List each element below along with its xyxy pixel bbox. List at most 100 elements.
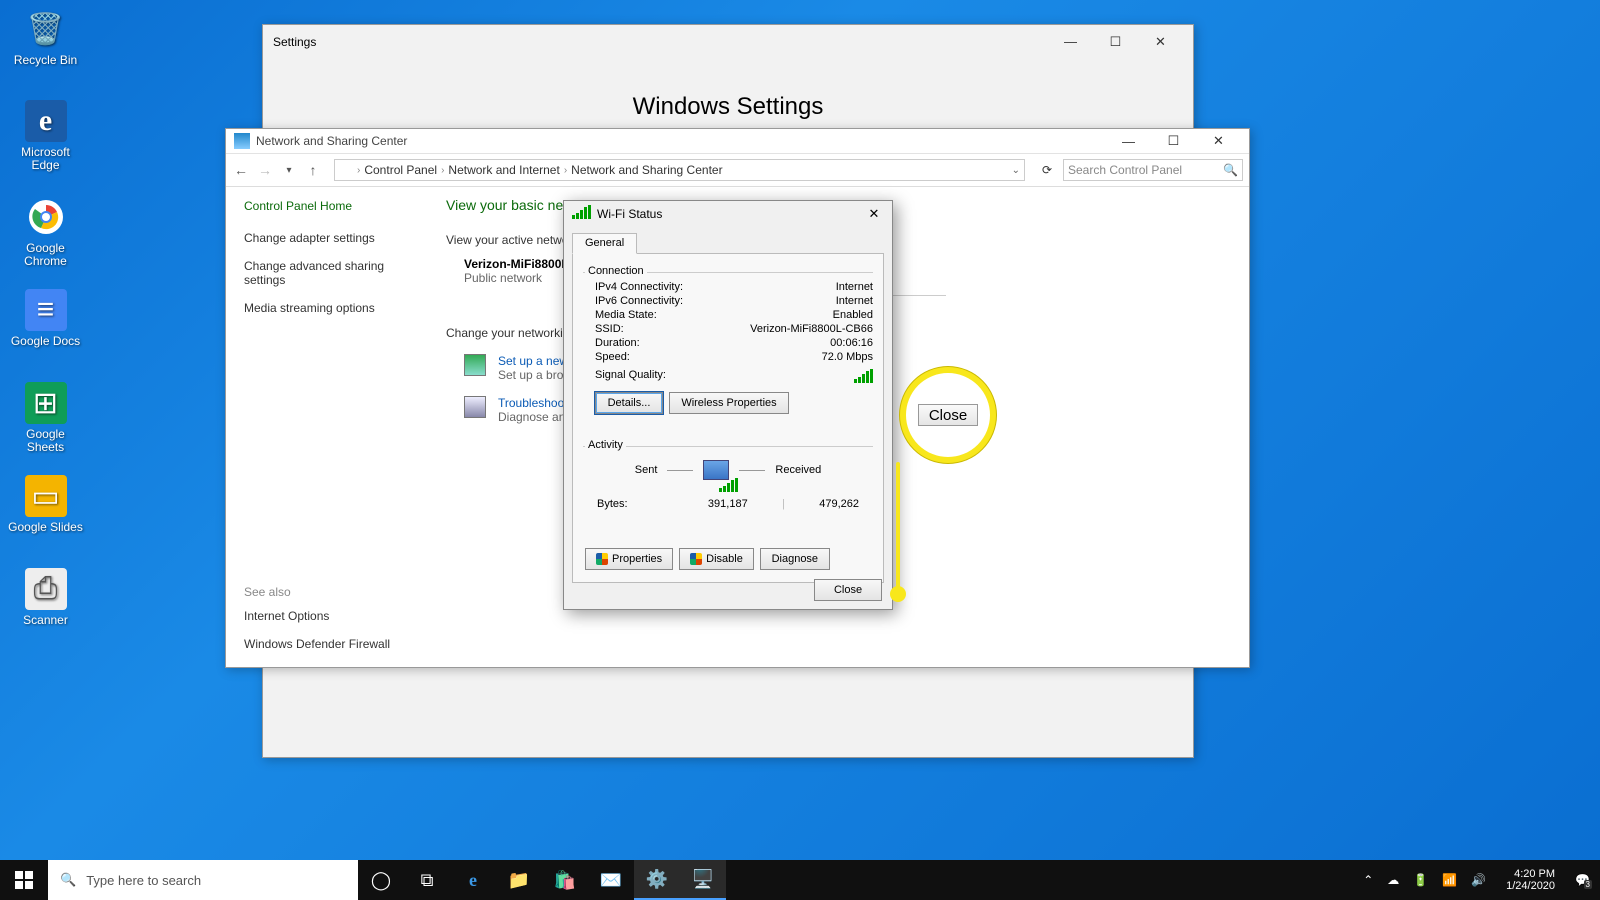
taskbar-clock[interactable]: 4:20 PM 1/24/2020 bbox=[1500, 868, 1561, 892]
network-icon bbox=[339, 163, 353, 177]
search-input[interactable]: Search Control Panel 🔍 bbox=[1063, 159, 1243, 181]
refresh-button[interactable]: ⟳ bbox=[1037, 163, 1057, 177]
taskbar-mail-icon[interactable]: ✉️ bbox=[588, 860, 634, 900]
ncpa-titlebar[interactable]: Network and Sharing Center — ☐ ✕ bbox=[226, 129, 1249, 154]
breadcrumb[interactable]: › Control Panel › Network and Internet ›… bbox=[334, 159, 1025, 181]
shield-icon bbox=[596, 553, 608, 565]
edge-icon: e bbox=[25, 100, 67, 142]
ipv4-label: IPv4 Connectivity: bbox=[595, 281, 683, 293]
tray-notifications-icon[interactable]: 💬3 bbox=[1575, 873, 1590, 887]
media-state-value: Enabled bbox=[833, 309, 873, 321]
tray-onedrive-icon[interactable]: ☁ bbox=[1387, 873, 1399, 887]
recent-dropdown[interactable]: ▾ bbox=[280, 165, 298, 176]
ssid-label: SSID: bbox=[595, 323, 624, 335]
see-also-label: See also bbox=[244, 585, 408, 599]
dialog-titlebar[interactable]: Wi-Fi Status ✕ bbox=[564, 201, 892, 227]
maximize-button[interactable]: ☐ bbox=[1093, 27, 1138, 57]
search-icon: 🔍 bbox=[60, 872, 76, 888]
dialog-close-button[interactable]: ✕ bbox=[864, 206, 884, 222]
ssid-value: Verizon-MiFi8800L-CB66 bbox=[750, 323, 873, 335]
activity-graphic-icon bbox=[703, 460, 729, 480]
properties-button[interactable]: Properties bbox=[585, 548, 673, 570]
bytes-sent-value: 391,187 bbox=[708, 498, 748, 510]
desktop-icon-scanner[interactable]: ⎙Scanner bbox=[8, 568, 83, 627]
recycle-bin-icon: 🗑️ bbox=[25, 8, 67, 50]
close-button[interactable]: ✕ bbox=[1196, 126, 1241, 156]
dialog-tab-area: General Connection IPv4 Connectivity:Int… bbox=[572, 253, 884, 583]
taskbar-control-panel-icon[interactable]: 🖥️ bbox=[680, 860, 726, 900]
start-button[interactable] bbox=[0, 860, 48, 900]
back-button[interactable]: ← bbox=[232, 162, 250, 178]
tray-volume-icon[interactable]: 🔊 bbox=[1471, 873, 1486, 887]
media-state-label: Media State: bbox=[595, 309, 657, 321]
tray-wifi-icon[interactable]: 📶 bbox=[1442, 873, 1457, 887]
control-panel-home-link[interactable]: Control Panel Home bbox=[244, 199, 408, 213]
sent-label: Sent bbox=[635, 464, 658, 476]
connection-group-label: Connection bbox=[585, 265, 647, 277]
taskbar-settings-icon[interactable]: ⚙️ bbox=[634, 860, 680, 900]
callout-connector bbox=[896, 462, 900, 592]
wifi-signal-icon bbox=[572, 209, 591, 219]
forward-button[interactable]: → bbox=[256, 162, 274, 178]
wireless-properties-button[interactable]: Wireless Properties bbox=[669, 392, 789, 414]
diagnose-button[interactable]: Diagnose bbox=[760, 548, 830, 570]
change-adapter-settings-link[interactable]: Change adapter settings bbox=[244, 231, 408, 245]
activity-group-label: Activity bbox=[585, 439, 626, 451]
task-view-button[interactable]: ⧉ bbox=[404, 860, 450, 900]
desktop-icon-slides[interactable]: ▭Google Slides bbox=[8, 475, 83, 534]
system-tray: ⌃ ☁ 🔋 📶 🔊 4:20 PM 1/24/2020 💬3 bbox=[1353, 868, 1600, 892]
received-label: Received bbox=[775, 464, 821, 476]
desktop-icon-docs[interactable]: ≡Google Docs bbox=[8, 289, 83, 348]
scanner-icon: ⎙ bbox=[25, 568, 67, 610]
tray-battery-icon[interactable]: 🔋 bbox=[1413, 873, 1428, 887]
desktop-icon-edge[interactable]: eMicrosoft Edge bbox=[8, 100, 83, 172]
tab-general[interactable]: General bbox=[572, 233, 637, 254]
disable-button[interactable]: Disable bbox=[679, 548, 754, 570]
desktop-icon-chrome[interactable]: Google Chrome bbox=[8, 196, 83, 268]
settings-titlebar[interactable]: Settings — ☐ ✕ bbox=[263, 25, 1193, 58]
sheets-icon: ⊞ bbox=[25, 382, 67, 424]
speed-value: 72.0 Mbps bbox=[822, 351, 873, 363]
ncpa-sidebar: Control Panel Home Change adapter settin… bbox=[226, 187, 426, 667]
tray-chevron-up-icon[interactable]: ⌃ bbox=[1363, 873, 1373, 887]
change-advanced-sharing-link[interactable]: Change advanced sharing settings bbox=[244, 259, 408, 287]
signal-quality-bars-icon bbox=[854, 369, 873, 383]
settings-title: Settings bbox=[273, 35, 1048, 49]
signal-quality-label: Signal Quality: bbox=[595, 369, 666, 383]
search-icon: 🔍 bbox=[1223, 163, 1238, 177]
desktop-icon-recycle-bin[interactable]: 🗑️Recycle Bin bbox=[8, 8, 83, 67]
bytes-received-value: 479,262 bbox=[819, 498, 859, 510]
internet-options-link[interactable]: Internet Options bbox=[244, 609, 408, 623]
ncpa-toolbar: ← → ▾ ↑ › Control Panel › Network and In… bbox=[226, 154, 1249, 187]
details-button[interactable]: Details... bbox=[595, 392, 663, 414]
crumb-network-sharing-center[interactable]: Network and Sharing Center bbox=[571, 163, 722, 177]
taskbar-store-icon[interactable]: 🛍️ bbox=[542, 860, 588, 900]
minimize-button[interactable]: — bbox=[1048, 27, 1093, 57]
ncpa-title: Network and Sharing Center bbox=[256, 134, 1106, 148]
close-callout: Close bbox=[900, 367, 996, 463]
taskbar-file-explorer-icon[interactable]: 📁 bbox=[496, 860, 542, 900]
desktop-icon-sheets[interactable]: ⊞Google Sheets bbox=[8, 382, 83, 454]
minimize-button[interactable]: — bbox=[1106, 126, 1151, 156]
network-icon bbox=[234, 133, 250, 149]
troubleshoot-icon bbox=[464, 396, 486, 418]
maximize-button[interactable]: ☐ bbox=[1151, 126, 1196, 156]
cortana-button[interactable]: ◯ bbox=[358, 860, 404, 900]
taskbar-search-input[interactable]: 🔍 Type here to search bbox=[48, 860, 358, 900]
breadcrumb-dropdown-icon[interactable]: ⌄ bbox=[1012, 165, 1020, 176]
crumb-network-internet[interactable]: Network and Internet bbox=[448, 163, 559, 177]
close-button[interactable]: Close bbox=[814, 579, 882, 601]
taskbar-edge-icon[interactable]: e bbox=[450, 860, 496, 900]
duration-value: 00:06:16 bbox=[830, 337, 873, 349]
dialog-title: Wi-Fi Status bbox=[597, 207, 864, 221]
close-button[interactable]: ✕ bbox=[1138, 27, 1183, 57]
duration-label: Duration: bbox=[595, 337, 640, 349]
media-streaming-link[interactable]: Media streaming options bbox=[244, 301, 408, 315]
windows-defender-firewall-link[interactable]: Windows Defender Firewall bbox=[244, 637, 408, 651]
settings-header: Windows Settings bbox=[263, 93, 1193, 121]
up-button[interactable]: ↑ bbox=[304, 162, 322, 178]
crumb-control-panel[interactable]: Control Panel bbox=[364, 163, 437, 177]
ipv6-value: Internet bbox=[836, 295, 873, 307]
bytes-label: Bytes: bbox=[597, 498, 628, 510]
speed-label: Speed: bbox=[595, 351, 630, 363]
